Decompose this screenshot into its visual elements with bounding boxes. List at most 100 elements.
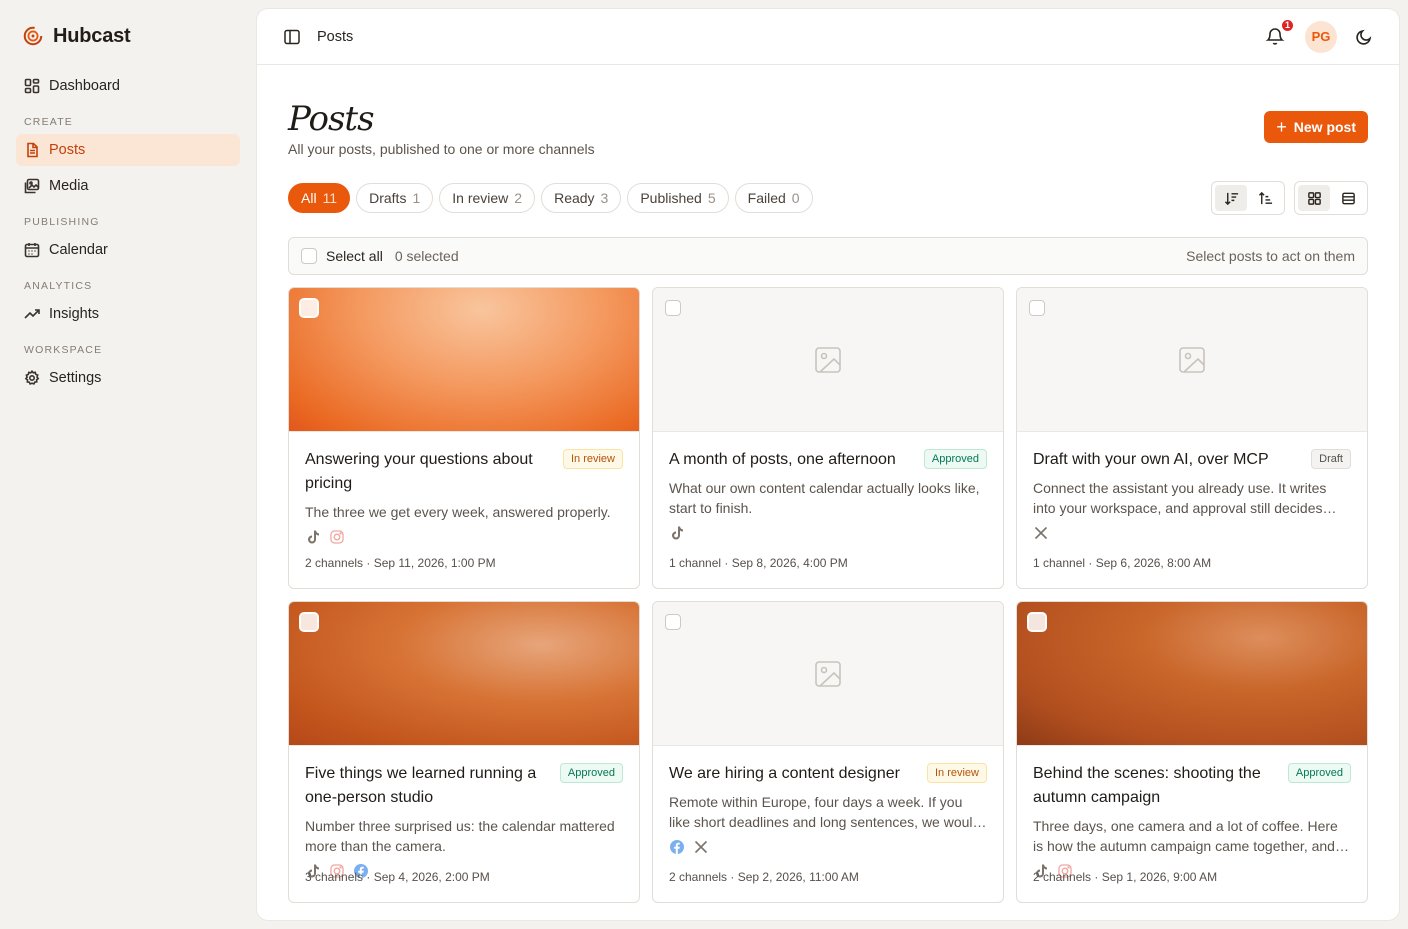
sidebar-item-label: Posts <box>49 142 86 158</box>
brand[interactable]: Hubcast <box>16 22 240 50</box>
post-card[interactable]: Five things we learned running a one-per… <box>288 601 640 903</box>
post-title: We are hiring a content designer <box>669 765 900 782</box>
new-post-button[interactable]: + New post <box>1264 111 1368 143</box>
status-badge: Draft <box>1311 449 1351 469</box>
filter-count: 5 <box>707 190 716 206</box>
post-meta: 3 channels · Sep 4, 2026, 2:00 PM <box>305 870 490 884</box>
post-select-checkbox[interactable] <box>1027 612 1047 632</box>
sidebar-item-label: Settings <box>49 370 102 386</box>
post-title: Answering your questions about pricing <box>305 451 533 492</box>
plus-icon: + <box>1276 117 1287 137</box>
topbar: Posts 1 PG <box>257 9 1399 65</box>
sidebar-item-posts[interactable]: Posts <box>16 134 240 166</box>
nav-section-analytics: ANALYTICS <box>24 280 93 292</box>
status-badge: Approved <box>1287 763 1351 783</box>
filter-label: Ready <box>554 190 595 206</box>
filter-failed[interactable]: Failed 0 <box>734 183 813 213</box>
selection-bar: Select all 0 selected Select posts to ac… <box>288 237 1368 275</box>
filter-label: Published <box>640 190 702 206</box>
page-subtitle: All your posts, published to one or more… <box>288 141 595 157</box>
sidebar-item-calendar[interactable]: Calendar <box>16 234 240 266</box>
grid-icon <box>1307 191 1321 205</box>
filter-count: 2 <box>514 190 523 206</box>
post-meta: 1 channel · Sep 8, 2026, 4:00 PM <box>669 556 848 570</box>
list-view-button[interactable] <box>1332 185 1364 211</box>
filter-published[interactable]: Published 5 <box>627 183 729 213</box>
post-thumbnail <box>1017 602 1367 746</box>
sidebar-item-insights[interactable]: Insights <box>16 298 240 330</box>
grid-view-button[interactable] <box>1298 185 1330 211</box>
filter-drafts[interactable]: Drafts 1 <box>356 183 434 213</box>
post-select-checkbox[interactable] <box>1029 300 1045 316</box>
x-twitter-icon <box>1034 526 1048 540</box>
filter-label: Drafts <box>369 190 407 206</box>
sort-descending-icon <box>1224 192 1238 205</box>
media-icon <box>24 178 40 194</box>
x-twitter-icon <box>694 840 708 854</box>
nav-section-workspace: WORKSPACE <box>24 344 103 356</box>
tiktok-icon <box>672 526 683 540</box>
notification-badge: 1 <box>1280 17 1295 33</box>
post-title: Five things we learned running a one-per… <box>305 765 537 806</box>
post-card[interactable]: Draft with your own AI, over MCP Draft C… <box>1016 287 1368 589</box>
select-all-label[interactable]: Select all <box>326 248 383 264</box>
post-description: Three days, one camera and a lot of coff… <box>1033 818 1338 854</box>
post-select-checkbox[interactable] <box>299 298 319 318</box>
sidebar-toggle-icon[interactable] <box>283 28 301 46</box>
filter-label: In review <box>452 190 509 206</box>
status-badge: In review <box>562 449 623 469</box>
sidebar-item-dashboard[interactable]: Dashboard <box>16 70 240 102</box>
selected-count: 0 selected <box>394 248 459 264</box>
post-channels <box>669 837 987 857</box>
moon-icon[interactable] <box>1355 28 1373 46</box>
post-meta: 2 channels · Sep 2, 2026, 11:00 AM <box>669 870 859 884</box>
post-thumbnail <box>653 602 1003 746</box>
brand-name: Hubcast <box>53 24 131 47</box>
filter-in-review[interactable]: In review 2 <box>439 183 536 213</box>
gear-icon <box>24 370 40 386</box>
post-description: What our own content calendar actually l… <box>669 480 980 516</box>
post-card[interactable]: A month of posts, one afternoon Approved… <box>652 287 1004 589</box>
layout-toggle <box>1294 181 1368 215</box>
post-channels <box>305 527 623 547</box>
select-all-checkbox[interactable] <box>301 248 317 264</box>
post-card[interactable]: Answering your questions about pricing I… <box>288 287 640 589</box>
hubcast-logo-icon <box>23 26 43 46</box>
instagram-icon <box>330 530 344 544</box>
sidebar-item-label: Media <box>49 178 89 194</box>
filter-count: 1 <box>412 190 421 206</box>
post-select-checkbox[interactable] <box>665 614 681 630</box>
image-placeholder-icon <box>815 346 841 373</box>
post-channels <box>1033 523 1351 543</box>
nav-section-create: CREATE <box>24 116 74 128</box>
nav-section-publishing: PUBLISHING <box>24 216 100 228</box>
post-thumbnail <box>289 288 639 432</box>
content: Posts All your posts, published to one o… <box>257 65 1399 903</box>
notifications-button[interactable]: 1 <box>1265 17 1295 48</box>
filter-all[interactable]: All 11 <box>288 183 351 213</box>
filter-ready[interactable]: Ready 3 <box>541 183 622 213</box>
post-title: A month of posts, one afternoon <box>669 451 896 468</box>
post-card[interactable]: We are hiring a content designer In revi… <box>652 601 1004 903</box>
sort-ascending-button[interactable] <box>1249 185 1281 211</box>
post-card[interactable]: Behind the scenes: shooting the autumn c… <box>1016 601 1368 903</box>
sidebar-item-label: Insights <box>49 306 99 322</box>
post-select-checkbox[interactable] <box>299 612 319 632</box>
post-thumbnail <box>653 288 1003 432</box>
status-badge: Approved <box>923 449 987 469</box>
sort-descending-button[interactable] <box>1215 185 1247 211</box>
post-thumbnail <box>1017 288 1367 432</box>
sidebar-item-media[interactable]: Media <box>16 170 240 202</box>
image-placeholder-icon <box>815 660 841 687</box>
tiktok-icon <box>308 530 319 544</box>
post-meta: 2 channels · Sep 11, 2026, 1:00 PM <box>305 556 496 570</box>
post-meta: 1 channel · Sep 6, 2026, 8:00 AM <box>1033 556 1212 570</box>
avatar[interactable]: PG <box>1305 20 1337 53</box>
post-title: Behind the scenes: shooting the autumn c… <box>1033 765 1261 806</box>
post-select-checkbox[interactable] <box>665 300 681 316</box>
sort-ascending-icon <box>1258 191 1272 204</box>
main-panel: Posts 1 PG Posts All your posts, publish… <box>256 8 1400 921</box>
post-description: Number three surprised us: the calendar … <box>305 818 615 854</box>
selection-hint: Select posts to act on them <box>1186 248 1355 264</box>
sidebar-item-settings[interactable]: Settings <box>16 362 240 394</box>
